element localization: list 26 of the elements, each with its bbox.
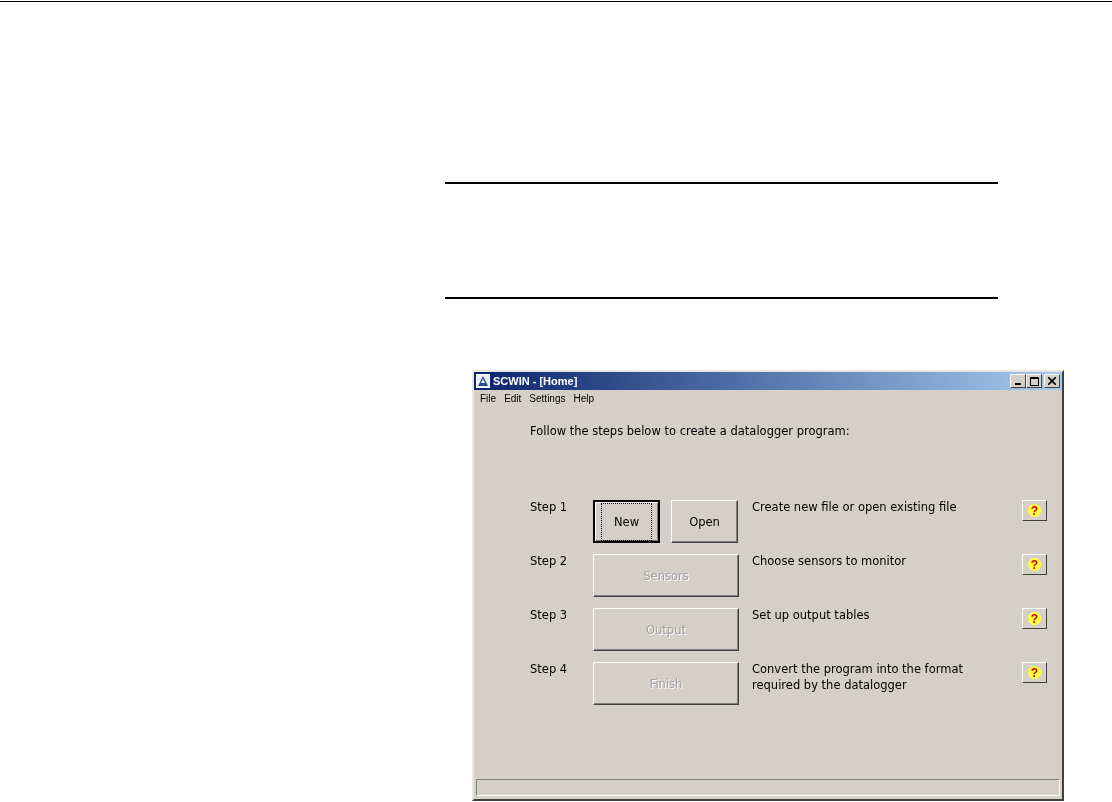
help-button[interactable]: ? bbox=[1022, 662, 1047, 683]
close-button[interactable] bbox=[1044, 374, 1060, 388]
step-label: Step 3 bbox=[530, 608, 569, 622]
step-label: Step 1 bbox=[530, 500, 569, 514]
maximize-icon bbox=[1029, 376, 1039, 386]
step-label: Step 4 bbox=[530, 662, 569, 676]
app-icon bbox=[476, 374, 490, 388]
help-button[interactable]: ? bbox=[1022, 500, 1047, 521]
minimize-button[interactable] bbox=[1010, 374, 1026, 388]
step-button[interactable]: Open bbox=[671, 500, 738, 543]
step-description: Choose sensors to monitor bbox=[752, 554, 908, 570]
intro-text: Follow the steps below to create a datalogger program: bbox=[530, 424, 851, 438]
step-description: Convert the program into the format required by the datalogger bbox=[752, 662, 964, 694]
help-button[interactable]: ? bbox=[1022, 608, 1047, 629]
window-title: SCWIN - [Home] bbox=[493, 375, 579, 387]
menu-item[interactable]: Edit bbox=[504, 393, 522, 404]
step-button[interactable]: New bbox=[593, 500, 660, 543]
help-button[interactable]: ? bbox=[1022, 554, 1047, 575]
step-description: Create new file or open existing file bbox=[752, 500, 958, 516]
step-description: Set up output tables bbox=[752, 608, 871, 624]
close-icon bbox=[1048, 377, 1056, 385]
step-label: Step 2 bbox=[530, 554, 569, 568]
menu-item[interactable]: Help bbox=[573, 393, 595, 404]
maximize-button[interactable] bbox=[1026, 374, 1042, 388]
menu-item[interactable]: Settings bbox=[529, 393, 566, 404]
menu-item[interactable]: File bbox=[480, 393, 497, 404]
